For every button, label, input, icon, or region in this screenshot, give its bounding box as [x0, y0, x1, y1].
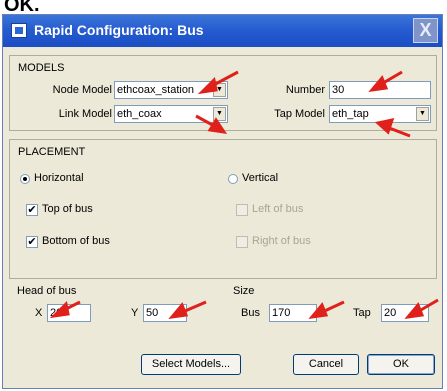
left-of-bus-checkbox	[236, 204, 248, 216]
tap-label: Tap	[353, 307, 371, 319]
top-of-bus-checkbox[interactable]: ✔	[26, 204, 38, 216]
link-model-label: Link Model	[58, 108, 112, 120]
horizontal-radio[interactable]	[20, 174, 30, 184]
models-section-title: MODELS	[18, 62, 65, 74]
vertical-radio[interactable]	[228, 174, 238, 184]
close-button[interactable]: X	[413, 18, 438, 43]
bottom-of-bus-checkbox[interactable]: ✔	[26, 236, 38, 248]
rapid-configuration-dialog: Rapid Configuration: Bus X MODELS Node M…	[2, 14, 443, 389]
ok-button[interactable]: OK	[367, 354, 435, 375]
x-label: X	[35, 307, 43, 319]
placement-section: PLACEMENT Horizontal Vertical ✔ Top of b…	[9, 139, 437, 279]
x-input[interactable]: 20	[47, 304, 91, 322]
top-of-bus-label[interactable]: Top of bus	[42, 203, 93, 215]
tap-size-input[interactable]: 20	[381, 304, 429, 322]
bottom-of-bus-label[interactable]: Bottom of bus	[42, 235, 110, 247]
head-of-bus-title: Head of bus	[17, 285, 77, 297]
chevron-down-icon[interactable]: ▼	[213, 83, 226, 97]
bus-label: Bus	[241, 307, 260, 319]
dialog-titlebar[interactable]: Rapid Configuration: Bus X	[3, 15, 442, 47]
placement-section-title: PLACEMENT	[18, 146, 86, 158]
node-model-value: ethcoax_station	[117, 84, 195, 96]
window-icon	[11, 23, 27, 38]
right-of-bus-checkbox	[236, 236, 248, 248]
number-label: Number	[285, 84, 325, 96]
left-of-bus-label: Left of bus	[252, 203, 304, 215]
number-input[interactable]: 30	[329, 81, 431, 99]
link-model-value: eth_coax	[117, 108, 162, 120]
cancel-button[interactable]: Cancel	[293, 354, 359, 375]
chevron-down-icon[interactable]: ▼	[416, 107, 429, 121]
node-model-label: Node Model	[52, 84, 112, 96]
link-model-combo[interactable]: eth_coax ▼	[114, 105, 228, 123]
vertical-label[interactable]: Vertical	[242, 172, 278, 184]
dialog-title: Rapid Configuration: Bus	[34, 22, 204, 38]
bus-size-input[interactable]: 170	[269, 304, 317, 322]
size-title: Size	[233, 285, 255, 297]
chevron-down-icon[interactable]: ▼	[213, 107, 226, 121]
models-section: MODELS Node Model ethcoax_station ▼ Numb…	[9, 55, 437, 131]
tap-model-combo[interactable]: eth_tap ▼	[329, 105, 431, 123]
y-input[interactable]: 50	[143, 304, 187, 322]
select-models-button[interactable]: Select Models...	[141, 354, 241, 375]
tap-model-value: eth_tap	[332, 108, 369, 120]
horizontal-label[interactable]: Horizontal	[34, 172, 84, 184]
y-label: Y	[131, 307, 139, 319]
tap-model-label: Tap Model	[274, 108, 325, 120]
node-model-combo[interactable]: ethcoax_station ▼	[114, 81, 228, 99]
right-of-bus-label: Right of bus	[252, 235, 311, 247]
